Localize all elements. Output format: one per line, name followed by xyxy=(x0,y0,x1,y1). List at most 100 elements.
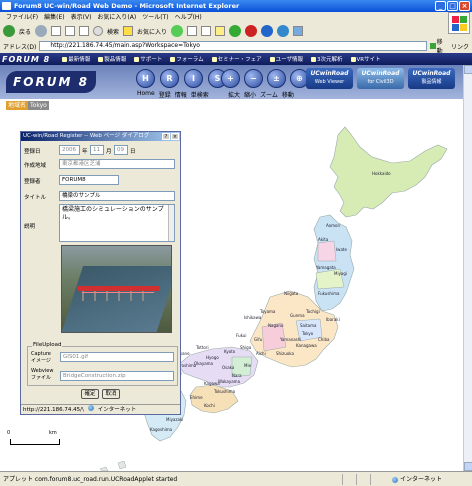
description-textarea[interactable]: 橋梁施工のシミュレーションのサンプル。 xyxy=(59,204,175,242)
label-tokyo[interactable]: Tokyo xyxy=(301,331,314,336)
dialog-title-bar[interactable]: UC-win/Road Register -- Web ページ ダイアログ ? … xyxy=(21,132,180,141)
label-yamagata[interactable]: Yamagata xyxy=(315,265,336,270)
menu-favorites[interactable]: お気に入り(A) xyxy=(97,12,136,23)
link-vr-site[interactable]: VRサイト xyxy=(350,55,381,63)
pdf-icon[interactable] xyxy=(245,25,258,37)
label-niigata[interactable]: Niigata xyxy=(284,291,299,296)
webview-file-input[interactable]: BridgeConstruction.zip xyxy=(60,371,174,381)
windows-update-icon[interactable] xyxy=(261,25,274,37)
label-kanagawa[interactable]: Kanagawa xyxy=(296,343,317,348)
menu-view[interactable]: 表示(V) xyxy=(71,12,92,23)
link-3d-analysis[interactable]: 3次元解析 xyxy=(311,55,343,63)
label-chiba[interactable]: Chiba xyxy=(318,337,330,342)
stop-icon[interactable] xyxy=(51,26,62,36)
cancel-button[interactable]: 取消 xyxy=(102,389,120,399)
address-input[interactable]: http://221.186.74.45/main.asp?Workspace=… xyxy=(39,41,427,51)
back-button-label[interactable]: 戻る xyxy=(19,27,31,36)
forum8-brand[interactable]: FORUM 8 xyxy=(2,55,50,64)
scroll-down-button[interactable] xyxy=(464,462,472,471)
menu-tools[interactable]: ツール(T) xyxy=(142,12,168,23)
label-akita[interactable]: Akita xyxy=(318,237,329,242)
label-iwate[interactable]: Iwate xyxy=(336,247,347,252)
forward-arrow-icon[interactable] xyxy=(35,25,48,37)
dialog-help-button[interactable]: ? xyxy=(162,133,170,140)
label-miyazaki[interactable]: Miyazaki xyxy=(166,417,183,422)
label-ishikawa[interactable]: Ishikawa xyxy=(244,315,262,320)
label-nagano[interactable]: Nagano xyxy=(268,323,284,328)
links-label[interactable]: リンク xyxy=(451,42,469,51)
label-saitama[interactable]: Saitama xyxy=(300,323,317,328)
tohoku-shape[interactable] xyxy=(313,214,355,312)
globe-icon[interactable] xyxy=(277,25,290,37)
maximize-button[interactable]: □ xyxy=(447,1,458,11)
label-nara[interactable]: Nara xyxy=(232,373,242,378)
label-aichi[interactable]: Aichi xyxy=(256,351,266,356)
folder-icon[interactable] xyxy=(215,26,226,36)
label-gunma[interactable]: Gunma xyxy=(290,313,305,318)
ok-button[interactable]: 確定 xyxy=(81,389,99,399)
label-fukushima[interactable]: Fukushima xyxy=(318,291,340,296)
label-hyogo[interactable]: Hyogo xyxy=(206,355,219,360)
akita-iwate-shape[interactable] xyxy=(317,240,337,262)
label-shiga[interactable]: Shiga xyxy=(240,345,252,350)
label-ibaraki[interactable]: Ibaraki xyxy=(326,317,340,322)
label-miyagi[interactable]: Miyagi xyxy=(334,271,347,276)
author-input[interactable]: FORUM8 xyxy=(59,175,119,185)
label-toyama[interactable]: Toyama xyxy=(259,309,276,314)
search-icon[interactable] xyxy=(93,26,104,36)
label-kagoshima[interactable]: Kagoshima xyxy=(150,427,173,432)
menu-file[interactable]: ファイル(F) xyxy=(6,12,38,23)
label-kagawa[interactable]: Kagawa xyxy=(204,381,220,386)
link-forum[interactable]: フォーラム xyxy=(170,55,204,63)
menu-edit[interactable]: 編集(E) xyxy=(44,12,64,23)
label-okayama[interactable]: Okayama xyxy=(194,361,214,366)
print-icon[interactable] xyxy=(201,26,212,36)
label-aomori[interactable]: Aomori xyxy=(326,223,340,228)
label-fukui[interactable]: Fukui xyxy=(236,333,246,338)
label-osaka[interactable]: Osaka xyxy=(222,365,235,370)
link-support[interactable]: サポート xyxy=(134,55,162,63)
place-input[interactable]: 東京都港区芝浦 xyxy=(59,159,175,169)
favorites-button-label[interactable]: お気に入り xyxy=(137,27,167,36)
refresh-icon[interactable] xyxy=(65,26,76,36)
mail-icon[interactable] xyxy=(187,26,198,36)
label-hokkaido[interactable]: Hokkaido xyxy=(372,171,391,176)
go-button[interactable]: 移動 xyxy=(430,39,448,55)
textarea-scrollbar[interactable] xyxy=(168,205,174,241)
link-seminar[interactable]: セミナー・フェア xyxy=(211,55,262,63)
label-mie[interactable]: Mie xyxy=(244,363,252,368)
label-shizuoka[interactable]: Shizuoka xyxy=(276,351,295,356)
label-gifu[interactable]: Gifu xyxy=(254,337,263,342)
minimize-button[interactable]: _ xyxy=(435,1,446,11)
label-tokushima[interactable]: Tokushima xyxy=(213,389,236,394)
label-kyoto[interactable]: Kyoto xyxy=(224,349,236,354)
title-input[interactable]: 橋梁のサンプル xyxy=(59,191,175,201)
label-yamanashi[interactable]: Yamanashi xyxy=(279,337,301,342)
label-tottori[interactable]: Tottori xyxy=(195,345,209,350)
scroll-up-button[interactable] xyxy=(464,65,472,74)
back-arrow-icon[interactable] xyxy=(3,25,15,37)
dialog-close-button[interactable]: × xyxy=(171,133,179,140)
month-input[interactable]: 11 xyxy=(90,145,104,155)
year-input[interactable]: 2006 xyxy=(59,145,80,155)
close-button[interactable]: × xyxy=(459,1,470,11)
link-news[interactable]: 最新情報 xyxy=(62,55,90,63)
label-wakayama[interactable]: Wakayama xyxy=(218,379,241,384)
browser-title-bar[interactable]: Forum8 UC-win/Road Web Demo - Microsoft … xyxy=(0,0,472,12)
menu-help[interactable]: ヘルプ(H) xyxy=(175,12,202,23)
vertical-scrollbar[interactable] xyxy=(463,65,472,471)
label-kochi[interactable]: Kochi xyxy=(204,403,215,408)
label-ehime[interactable]: Ehime xyxy=(190,395,203,400)
research-icon[interactable] xyxy=(293,26,304,36)
media-icon[interactable] xyxy=(171,25,184,37)
home-icon[interactable] xyxy=(79,26,90,36)
favorites-star-icon[interactable] xyxy=(123,26,134,36)
capture-file-input[interactable]: GIS01.gif xyxy=(60,352,174,362)
okinawa-shape[interactable] xyxy=(117,460,127,470)
search-button-label[interactable]: 検索 xyxy=(107,27,119,36)
link-products[interactable]: 製品情報 xyxy=(98,55,126,63)
messenger-icon[interactable] xyxy=(229,25,242,37)
day-input[interactable]: 09 xyxy=(114,145,128,155)
label-tochigi[interactable]: Tochigi xyxy=(305,309,320,314)
link-user-info[interactable]: ユーザ情報 xyxy=(269,55,303,63)
